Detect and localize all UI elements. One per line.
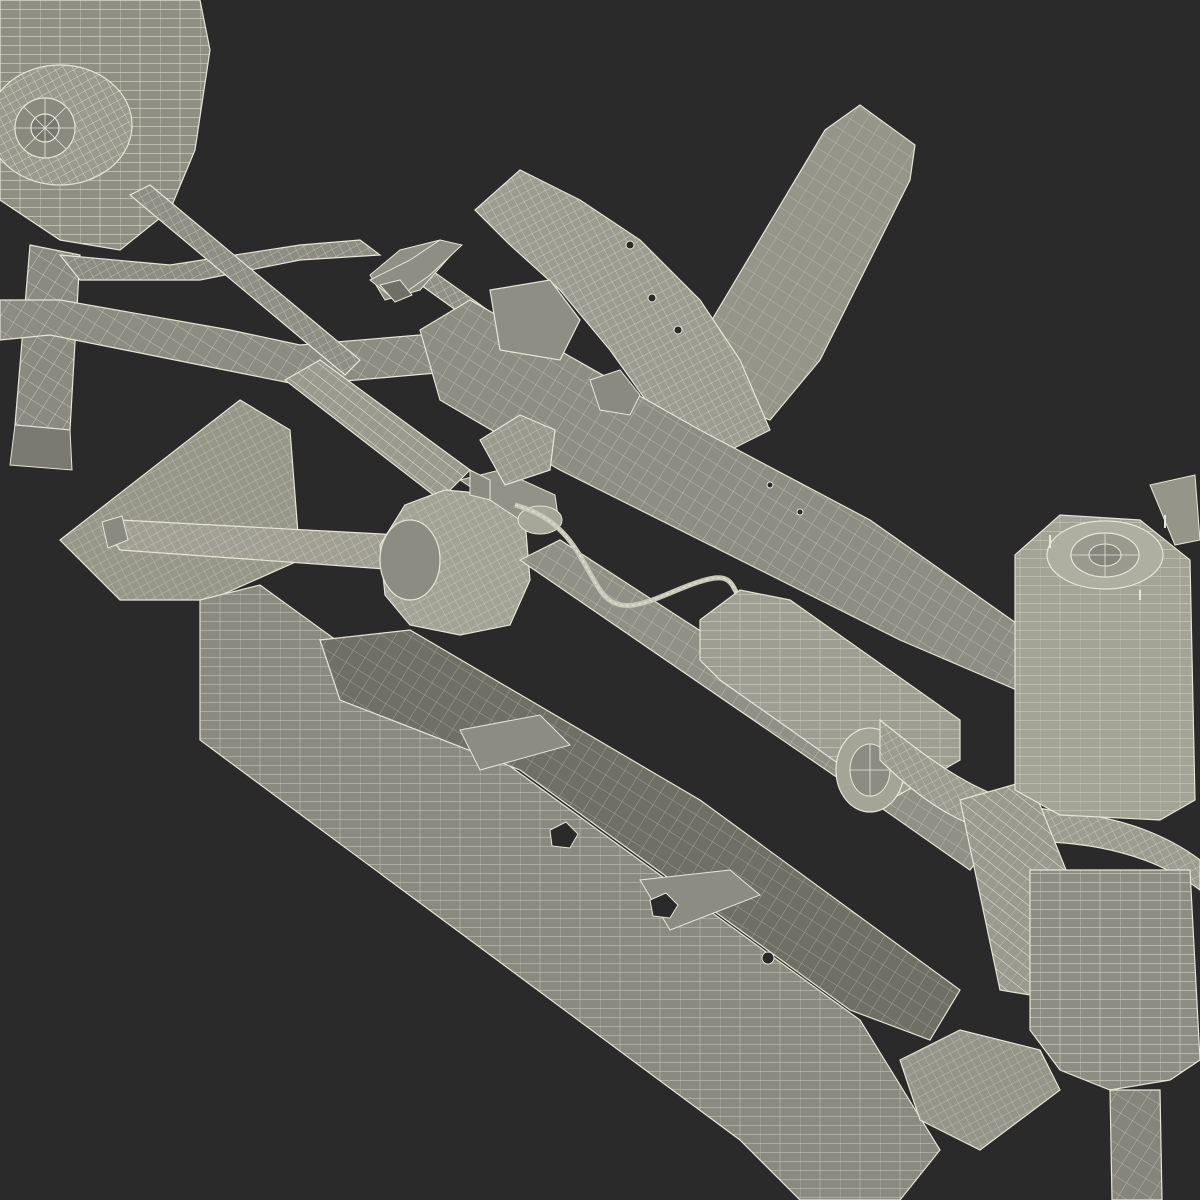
steering-assembly-wireframe-render <box>0 0 1200 1200</box>
left-strut-hub <box>0 64 133 186</box>
render-viewport <box>0 0 1200 1200</box>
